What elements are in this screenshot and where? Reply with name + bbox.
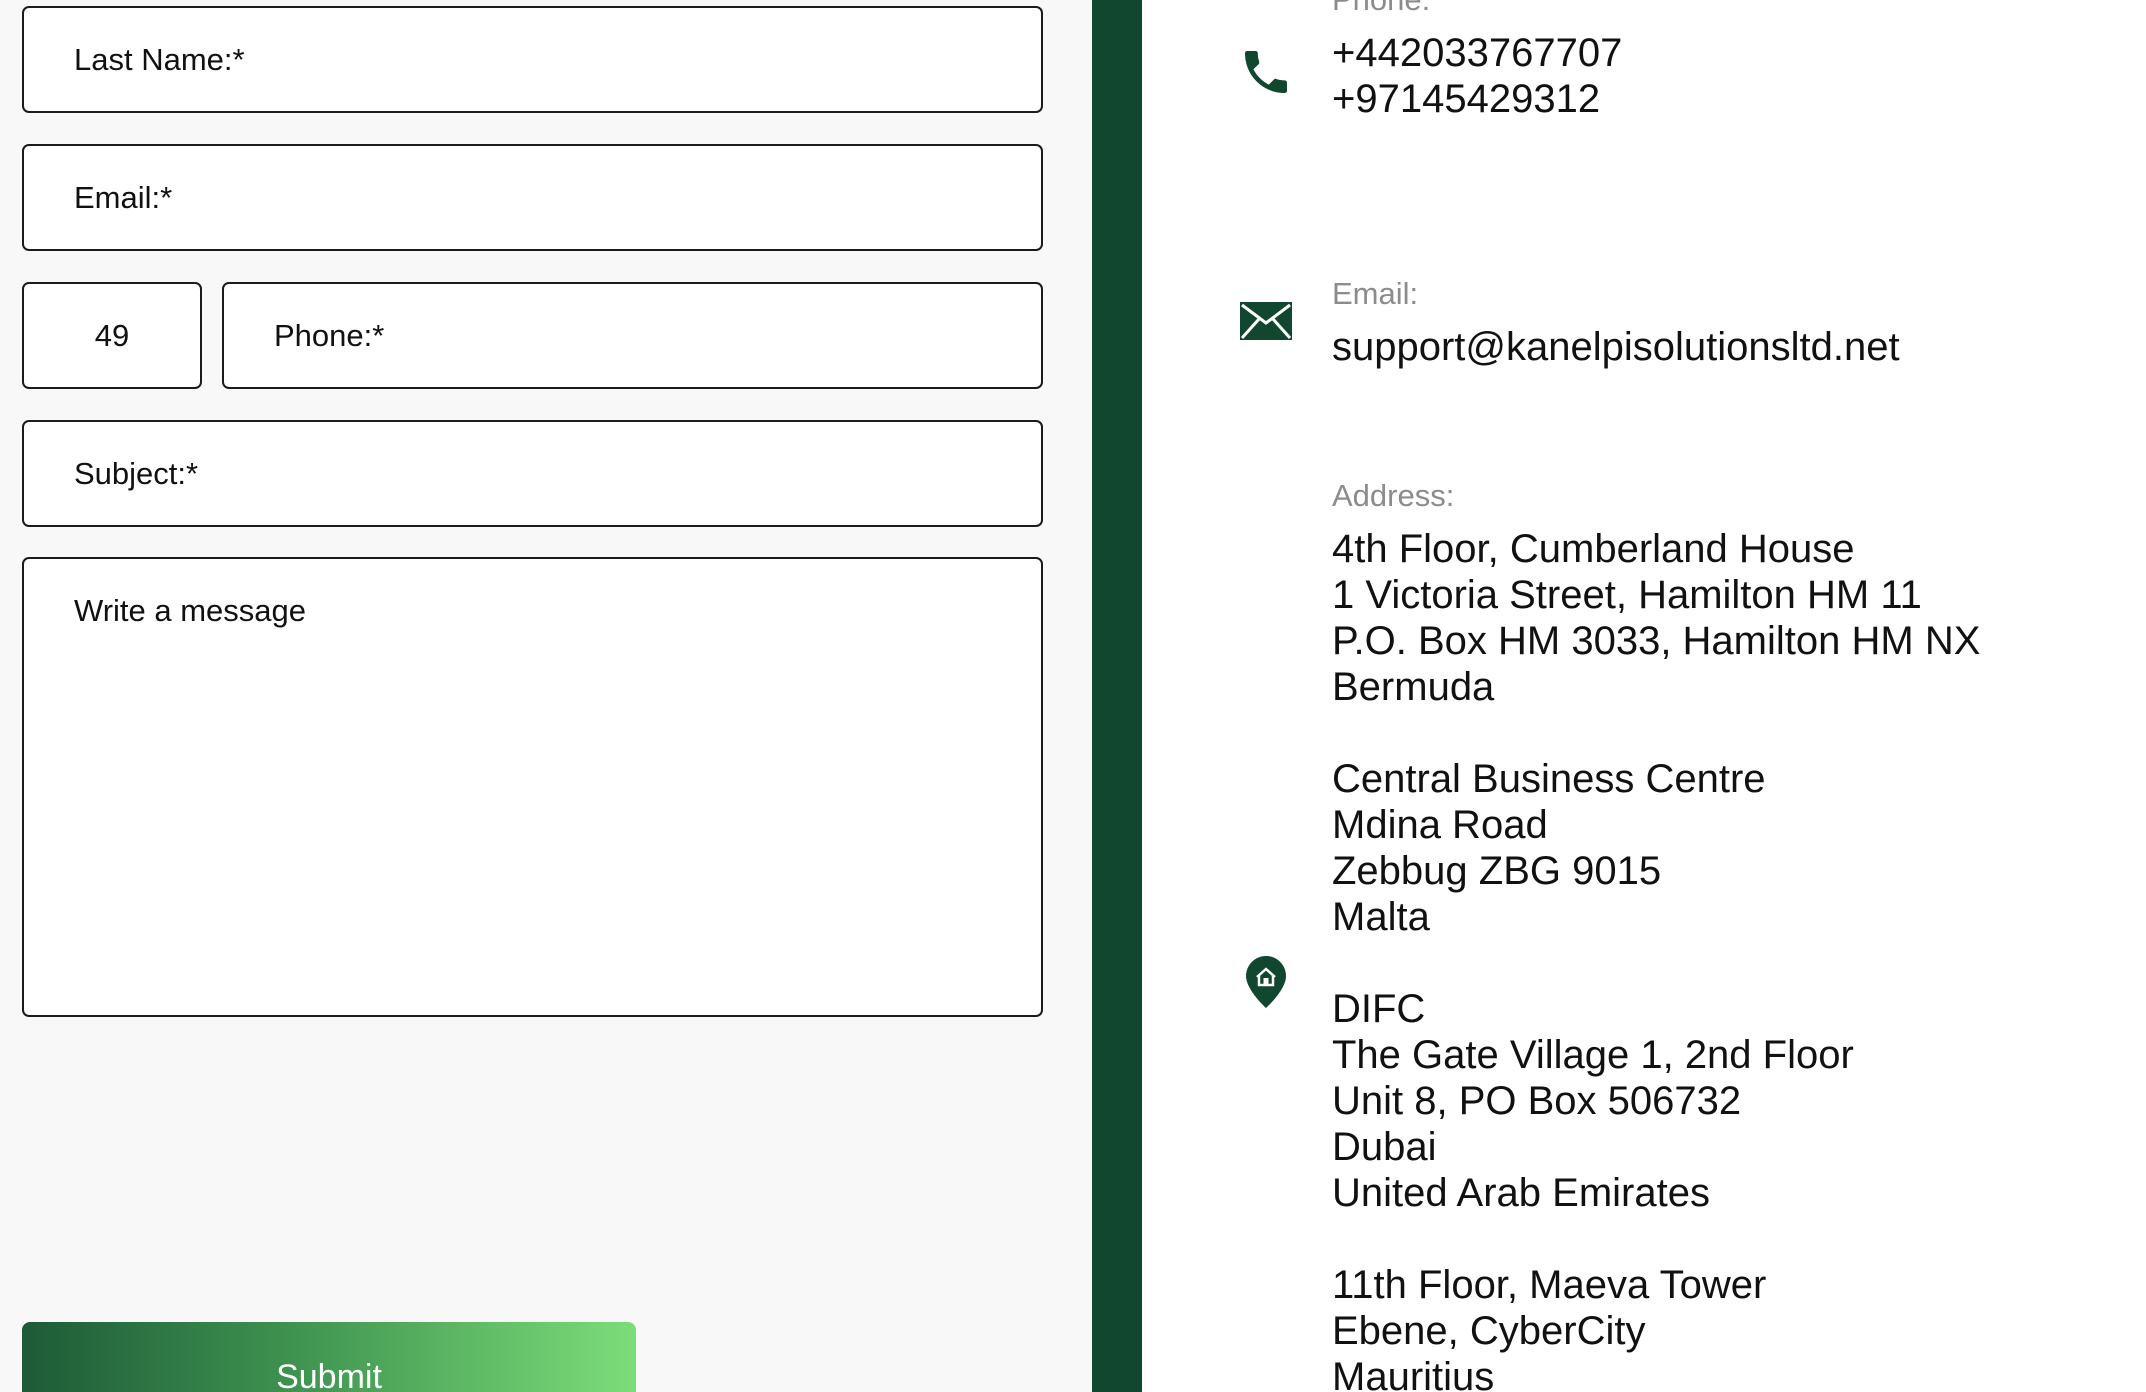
address-label: Address:: [1332, 478, 1455, 513]
last-name-field[interactable]: Last Name:*: [22, 6, 1043, 113]
phone-icon: [1238, 44, 1294, 100]
phone-country-code-field[interactable]: 49: [22, 282, 202, 389]
phone-country-code-value: 49: [94, 317, 130, 353]
address-line: DIFC: [1332, 987, 1426, 1031]
address-line: Ebene, CyberCity: [1332, 1309, 1646, 1353]
phone-placeholder: Phone:*: [274, 317, 385, 353]
address-line: Central Business Centre: [1332, 757, 1766, 801]
address-line: The Gate Village 1, 2nd Floor: [1332, 1033, 1854, 1077]
email-placeholder: Email:*: [74, 179, 173, 215]
phone-number-1[interactable]: +442033767707: [1332, 30, 1622, 76]
phone-number-2[interactable]: +97145429312: [1332, 76, 1600, 122]
address-line: 11th Floor, Maeva Tower: [1332, 1263, 1767, 1307]
address-line: Zebbug ZBG 9015: [1332, 849, 1662, 893]
address-line: 4th Floor, Cumberland House: [1332, 527, 1855, 571]
address-line: United Arab Emirates: [1332, 1171, 1710, 1215]
address-line: Mdina Road: [1332, 803, 1548, 847]
message-textarea[interactable]: Write a message: [22, 557, 1043, 1017]
address-line: P.O. Box HM 3033, Hamilton HM NX: [1332, 619, 1981, 663]
address-line: Unit 8, PO Box 506732: [1332, 1079, 1742, 1123]
last-name-placeholder: Last Name:*: [74, 41, 245, 77]
phone-label: Phone:: [1332, 0, 1430, 18]
email-label: Email:: [1332, 276, 1419, 311]
envelope-icon: [1240, 302, 1292, 340]
contact-page: Last Name:* Email:* 49 Phone:* Subject:*…: [0, 0, 2146, 1392]
phone-field[interactable]: Phone:*: [222, 282, 1043, 389]
address-line: 1 Victoria Street, Hamilton HM 11: [1332, 573, 1922, 617]
submit-button[interactable]: Submit: [22, 1322, 636, 1392]
submit-button-label: Submit: [276, 1358, 382, 1392]
address-line: Malta: [1332, 895, 1430, 939]
email-field[interactable]: Email:*: [22, 144, 1043, 251]
address-line: Mauritius: [1332, 1355, 1495, 1392]
address-line: Bermuda: [1332, 665, 1495, 709]
subject-field[interactable]: Subject:*: [22, 420, 1043, 527]
address-line: Dubai: [1332, 1125, 1437, 1169]
panel-divider: [1092, 0, 1142, 1392]
email-address[interactable]: support@kanelpisolutionsltd.net: [1332, 324, 1900, 370]
location-pin-icon: [1246, 956, 1286, 1008]
message-placeholder: Write a message: [74, 593, 307, 628]
contact-form: Last Name:* Email:* 49 Phone:* Subject:*…: [0, 0, 1092, 1392]
subject-placeholder: Subject:*: [74, 455, 199, 491]
